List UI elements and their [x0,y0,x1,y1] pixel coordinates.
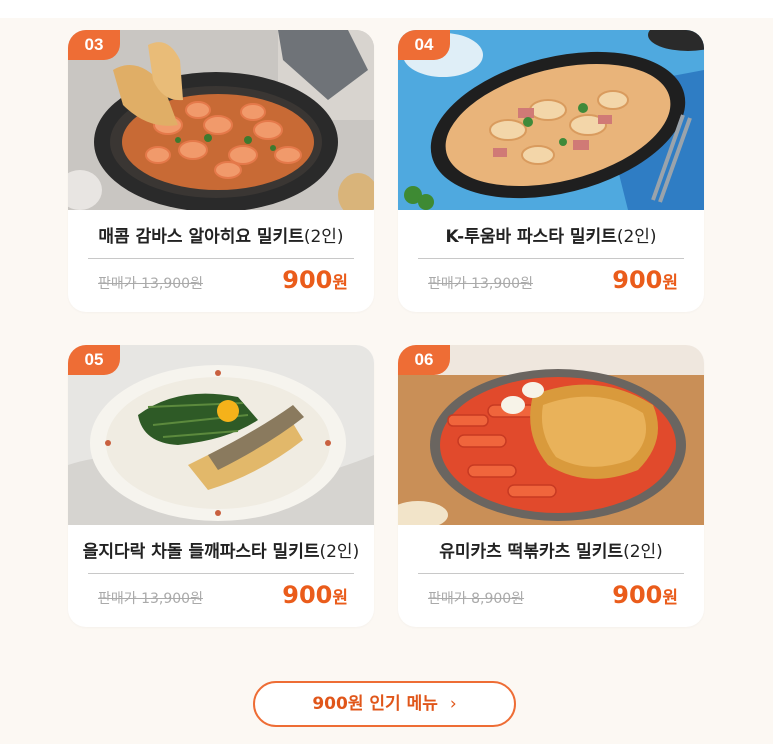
sale-price-unit: 원 [332,588,348,608]
item-number-badge: 05 [68,345,120,375]
product-card-03[interactable]: 03 매콤 감바스 알아히요 밀키트(2인) 판매가 13,900원 900원 [68,30,374,312]
sale-price-value: 900 [282,266,333,294]
divider [88,258,354,259]
chevron-right-icon: › [449,694,457,714]
item-number-badge: 06 [398,345,450,375]
serving-size: (2인) [319,542,360,562]
item-number-badge: 04 [398,30,450,60]
product-name-text: 을지다락 차돌 들깨파스타 밀키트 [82,542,320,562]
sale-price-unit: 원 [662,273,678,293]
sale-price-value: 900 [612,266,663,294]
product-card-04[interactable]: 04 K-투움바 파스타 밀키트(2인) 판매가 13,900원 900원 [398,30,704,312]
sale-price-value: 900 [612,581,663,609]
product-name[interactable]: 유미카츠 떡볶카츠 밀키트(2인) [408,537,694,567]
product-card-05[interactable]: 05 을지다락 차돌 들깨파스타 밀키트(2인) 판매가 13,900원 900… [68,345,374,627]
sale-price-unit: 원 [332,273,348,293]
sale-price: 900원 [612,581,678,609]
sale-price: 900원 [612,266,678,294]
serving-size: (2인) [616,227,657,247]
original-price: 판매가 8,900원 [428,591,525,607]
serving-size: (2인) [303,227,344,247]
sale-price: 900원 [282,266,348,294]
divider [418,573,684,574]
original-price: 판매가 13,900원 [98,276,203,292]
product-card-06[interactable]: 06 유미카츠 떡볶카츠 밀키트(2인) 판매가 8,900원 900원 [398,345,704,627]
product-image-perilla-pasta[interactable] [68,345,374,525]
sale-price: 900원 [282,581,348,609]
product-image-pasta[interactable] [398,30,704,210]
original-price: 판매가 13,900원 [428,276,533,292]
product-image-shrimp[interactable] [68,30,374,210]
product-name-text: K-투움바 파스타 밀키트 [445,227,617,247]
product-name-text: 매콤 감바스 알아히요 밀키트 [98,227,304,247]
popular-menu-button[interactable]: 900원 인기 메뉴 › [253,681,516,727]
product-name-text: 유미카츠 떡볶카츠 밀키트 [439,542,624,562]
sale-price-unit: 원 [662,588,678,608]
item-number-badge: 03 [68,30,120,60]
product-name[interactable]: 을지다락 차돌 들깨파스타 밀키트(2인) [78,537,364,567]
popular-menu-label: 900원 인기 메뉴 [312,694,438,714]
sale-price-value: 900 [282,581,333,609]
divider [88,573,354,574]
product-name[interactable]: 매콤 감바스 알아히요 밀키트(2인) [78,222,364,252]
serving-size: (2인) [623,542,663,562]
divider [418,258,684,259]
product-name[interactable]: K-투움바 파스타 밀키트(2인) [408,222,694,252]
top-band [0,0,773,18]
product-image-tteokbokki-cutlet[interactable] [398,345,704,525]
original-price: 판매가 13,900원 [98,591,203,607]
